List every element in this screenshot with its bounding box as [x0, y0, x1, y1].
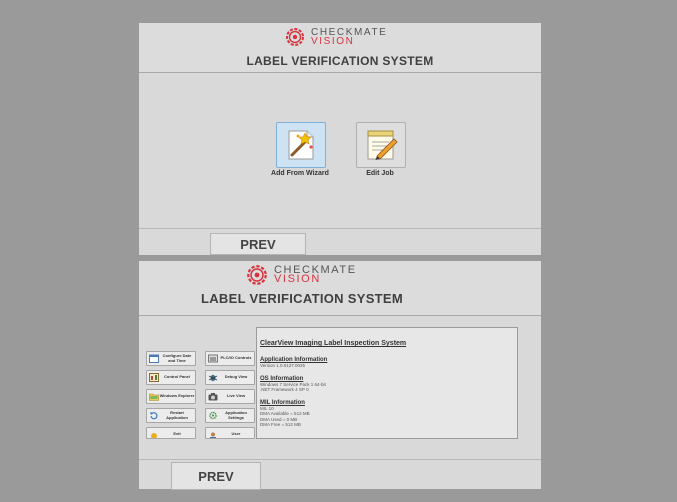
wizard-wand-icon: [288, 130, 314, 160]
os-line: .NET Framework 4 SP 0: [260, 387, 309, 392]
application-settings-button[interactable]: Application Settings: [205, 408, 255, 423]
prev-button[interactable]: PREV: [171, 462, 261, 490]
panel-header: CHECKMATE VISION LABEL VERIFICATION SYST…: [139, 23, 541, 73]
folder-icon: [149, 393, 159, 401]
tile-label: Debug View: [224, 374, 248, 380]
brand-line2: VISION: [274, 273, 321, 285]
configure-date-time-button[interactable]: Configure Date and Time: [146, 351, 196, 366]
restart-icon: [150, 412, 158, 420]
live-view-button[interactable]: Live View: [205, 389, 255, 404]
checkmate-vision-logo: CHECKMATE VISION: [284, 26, 387, 48]
plc-io-controls-button[interactable]: PLC/IO Controls: [205, 351, 255, 366]
notepad-pencil-icon: [367, 130, 398, 160]
tile-label: Windows Explorer: [159, 393, 195, 399]
edit-job-label: Edit Job: [366, 170, 394, 177]
logo-gear-icon: [286, 28, 304, 46]
windows-explorer-button[interactable]: Windows Explorer: [146, 389, 196, 404]
prev-button[interactable]: PREV: [210, 233, 306, 255]
debug-view-button[interactable]: Debug View: [205, 370, 255, 385]
tile-label: User: [231, 431, 241, 436]
checkmate-vision-logo: CHECKMATE VISION: [245, 263, 357, 287]
camera-icon: [208, 393, 218, 401]
panel-footer: PREV: [139, 459, 541, 490]
user-icon: [210, 432, 216, 438]
tile-label: Control Panel: [163, 374, 190, 380]
job-selection-panel: CHECKMATE VISION LABEL VERIFICATION SYST…: [139, 23, 541, 255]
info-heading: ClearView Imaging Label Inspection Syste…: [260, 340, 407, 347]
system-info-box: ClearView Imaging Label Inspection Syste…: [256, 327, 518, 439]
exit-button[interactable]: Exit: [146, 427, 196, 439]
tile-label: Restart Application: [166, 410, 188, 420]
tile-label: Exit: [173, 431, 181, 436]
exit-icon: [151, 433, 157, 438]
add-from-wizard-label: Add From Wizard: [271, 170, 329, 177]
restart-application-button[interactable]: Restart Application: [146, 408, 196, 423]
user-button[interactable]: User: [205, 427, 255, 439]
page-title: LABEL VERIFICATION SYSTEM: [200, 291, 404, 306]
edit-job-button[interactable]: [356, 122, 406, 168]
plc-io-icon: [208, 354, 218, 363]
tile-label: Live View: [226, 393, 246, 399]
settings-icon: [209, 411, 217, 420]
panel-header: CHECKMATE VISION LABEL VERIFICATION SYST…: [139, 261, 541, 316]
app-version: Version 1.0.0127.0025: [260, 363, 306, 368]
control-panel-button[interactable]: Control Panel: [146, 370, 196, 385]
tile-label: PLC/IO Controls: [220, 355, 252, 361]
logo-gear-icon: [247, 265, 267, 285]
mil-line: DMA Free = 512 MB: [260, 422, 301, 427]
control-panel-icon: [149, 373, 159, 382]
datetime-icon: [149, 354, 159, 363]
tile-label: Configure Date and Time: [162, 353, 192, 363]
add-from-wizard-button[interactable]: [276, 122, 326, 168]
panel-footer: PREV: [139, 228, 541, 255]
debug-bug-icon: [208, 374, 218, 382]
page-title: LABEL VERIFICATION SYSTEM: [246, 54, 434, 68]
tile-label: Application Settings: [225, 410, 247, 420]
brand-line2: VISION: [311, 36, 355, 47]
